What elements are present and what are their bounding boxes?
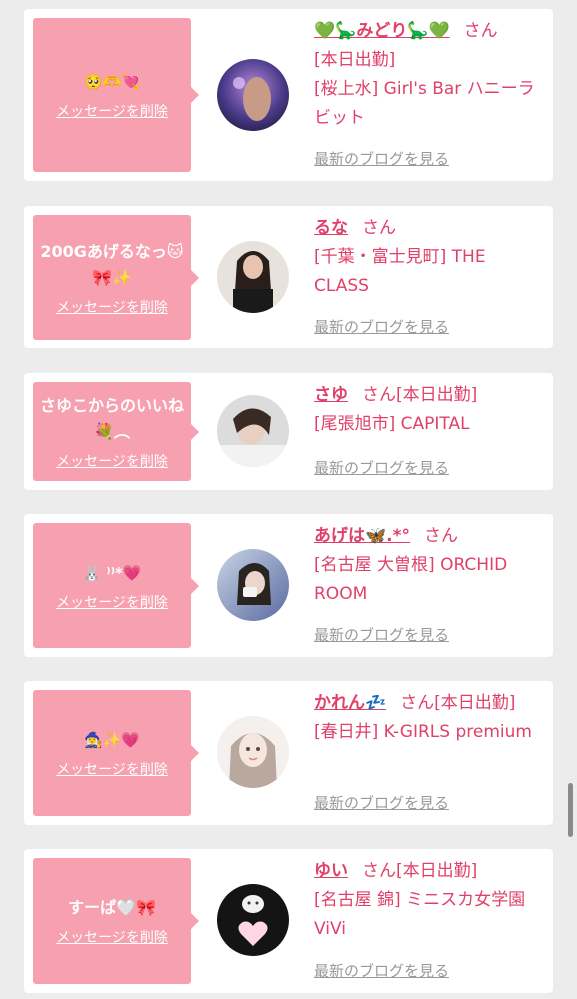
latest-blog-link[interactable]: 最新のブログを見る bbox=[314, 316, 449, 337]
message-bubble: 200Gあげるなっ🐱🎀✨ メッセージを削除 bbox=[33, 215, 199, 340]
honorific: さん bbox=[424, 526, 459, 546]
delete-message-link[interactable]: メッセージを削除 bbox=[56, 927, 168, 947]
shop-name: [春日井] K-GIRLS premium bbox=[314, 722, 532, 742]
message-bubble: 🐰 ⁾⁾*💗 メッセージを削除 bbox=[33, 523, 199, 648]
message-bubble: すーぱ🤍🎀 メッセージを削除 bbox=[33, 858, 199, 984]
attendance-status: [本日出勤] bbox=[434, 693, 516, 713]
message-text: 🐰 ⁾⁾*💗 bbox=[82, 563, 142, 582]
honorific: さん bbox=[362, 385, 396, 405]
attendance-status: [本日出勤] bbox=[396, 861, 478, 881]
profile-info: 💚🦕みどり🦕💚 さん [本日出勤] [桜上水] Girl's Bar ハニーラビッ… bbox=[314, 17, 543, 133]
profile-info: ゆい さん[本日出勤] [名古屋 錦] ミニスカ女学園ViVi bbox=[314, 857, 543, 944]
avatar[interactable] bbox=[217, 716, 289, 788]
latest-blog-link[interactable]: 最新のブログを見る bbox=[314, 624, 449, 645]
delete-message-link[interactable]: メッセージを削除 bbox=[56, 451, 168, 471]
avatar[interactable] bbox=[217, 241, 289, 313]
message-card: さゆこからのいいね💐︵ メッセージを削除 さゆ さん[本日出勤] [尾張旭市] C… bbox=[24, 373, 553, 490]
message-text: すーぱ🤍🎀 bbox=[68, 898, 156, 917]
latest-blog-link[interactable]: 最新のブログを見る bbox=[314, 792, 449, 813]
message-text: 🥺🫶💘 bbox=[83, 73, 141, 91]
message-bubble: 🧙‍♀️✨💗 メッセージを削除 bbox=[33, 690, 199, 816]
message-card: 🧙‍♀️✨💗 メッセージを削除 かれん💤 さん[本日出勤] [春日井] K-GIR… bbox=[24, 681, 553, 825]
cast-name-link[interactable]: ゆい bbox=[314, 861, 348, 881]
profile-info: さゆ さん[本日出勤] [尾張旭市] CAPITAL bbox=[314, 381, 543, 439]
message-list: 🥺🫶💘 メッセージを削除 💚🦕みどり🦕💚 さん [本日出勤] [桜上水] Girl… bbox=[0, 0, 577, 999]
shop-name: [名古屋 大曽根] ORCHID ROOM bbox=[314, 555, 508, 604]
profile-info: あげは🦋.*° さん [名古屋 大曽根] ORCHID ROOM bbox=[314, 522, 543, 609]
avatar[interactable] bbox=[217, 884, 289, 956]
honorific: さん bbox=[362, 861, 396, 881]
message-card: 200Gあげるなっ🐱🎀✨ メッセージを削除 るな さん [千葉・富士見町] THE… bbox=[24, 206, 553, 348]
delete-message-link[interactable]: メッセージを削除 bbox=[56, 101, 168, 121]
cast-name-link[interactable]: あげは🦋.*° bbox=[314, 526, 410, 546]
avatar[interactable] bbox=[217, 395, 289, 467]
cast-name-link[interactable]: 💚🦕みどり🦕💚 bbox=[314, 21, 450, 41]
cast-name-link[interactable]: るな bbox=[314, 218, 348, 238]
message-bubble: さゆこからのいいね💐︵ メッセージを削除 bbox=[33, 382, 199, 481]
delete-message-link[interactable]: メッセージを削除 bbox=[56, 759, 168, 779]
attendance-status: [本日出勤] bbox=[314, 50, 396, 70]
attendance-status: [本日出勤] bbox=[396, 385, 478, 405]
scrollbar[interactable] bbox=[568, 783, 573, 837]
delete-message-link[interactable]: メッセージを削除 bbox=[56, 297, 168, 317]
message-text: さゆこからのいいね💐︵ bbox=[39, 395, 184, 441]
message-bubble: 🥺🫶💘 メッセージを削除 bbox=[33, 18, 199, 172]
cast-name-link[interactable]: さゆ bbox=[314, 385, 348, 405]
shop-name: [名古屋 錦] ミニスカ女学園ViVi bbox=[314, 890, 526, 939]
avatar[interactable] bbox=[217, 59, 289, 131]
honorific: さん bbox=[362, 218, 396, 238]
shop-name: [千葉・富士見町] THE CLASS bbox=[314, 247, 486, 296]
shop-name: [桜上水] Girl's Bar ハニーラビット bbox=[314, 79, 535, 128]
profile-info: るな さん [千葉・富士見町] THE CLASS bbox=[314, 214, 543, 301]
latest-blog-link[interactable]: 最新のブログを見る bbox=[314, 960, 449, 981]
honorific: さん bbox=[463, 21, 498, 41]
profile-info: かれん💤 さん[本日出勤] [春日井] K-GIRLS premium bbox=[314, 689, 543, 747]
message-text: 200Gあげるなっ🐱🎀✨ bbox=[40, 241, 184, 287]
delete-message-link[interactable]: メッセージを削除 bbox=[56, 592, 168, 612]
message-card: 🐰 ⁾⁾*💗 メッセージを削除 あげは🦋.*° さん [名古屋 大曽根] ORCH… bbox=[24, 514, 553, 657]
latest-blog-link[interactable]: 最新のブログを見る bbox=[314, 148, 449, 169]
latest-blog-link[interactable]: 最新のブログを見る bbox=[314, 457, 449, 478]
cast-name-link[interactable]: かれん💤 bbox=[314, 693, 386, 713]
avatar[interactable] bbox=[217, 549, 289, 621]
message-card: 🥺🫶💘 メッセージを削除 💚🦕みどり🦕💚 さん [本日出勤] [桜上水] Girl… bbox=[24, 9, 553, 181]
message-card: すーぱ🤍🎀 メッセージを削除 ゆい さん[本日出勤] [名古屋 錦] ミニスカ女学… bbox=[24, 849, 553, 993]
message-text: 🧙‍♀️✨💗 bbox=[83, 731, 141, 749]
honorific: さん bbox=[400, 693, 435, 713]
shop-name: [尾張旭市] CAPITAL bbox=[314, 414, 470, 434]
